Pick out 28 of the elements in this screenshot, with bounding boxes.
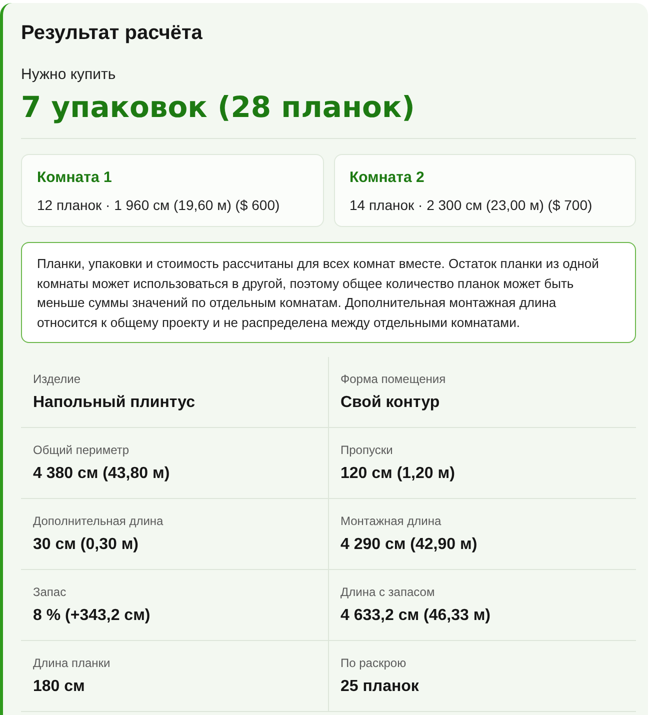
detail-label: Длина планки — [33, 655, 112, 671]
room-details: 12 планок · 1 960 см (19,60 м) ($ 600) — [37, 196, 281, 215]
detail-label: По раскрою — [340, 655, 408, 671]
detail-value: 180 см — [33, 677, 86, 697]
detail-value: 8 % (+343,2 см) — [33, 606, 152, 626]
detail-label: Запас — [33, 584, 68, 600]
detail-value: 30 см (0,30 м) — [33, 535, 140, 555]
detail-value: 4 633,2 см (46,33 м) — [340, 606, 492, 626]
detail-label: Изделие — [33, 371, 82, 387]
detail-value: Свой контур — [340, 393, 441, 413]
room-details: 14 планок · 2 300 см (23,00 м) ($ 700) — [350, 196, 594, 215]
detail-label: Монтажная длина — [340, 513, 442, 529]
room-title: Комната 2 — [350, 168, 426, 188]
detail-label: Общий периметр — [33, 442, 130, 458]
detail-value: 4 380 см (43,80 м) — [33, 464, 171, 484]
detail-value: 120 см (1,20 м) — [340, 464, 456, 484]
info-note: Планки, упаковки и стоимость рассчитаны для всех комнат вместе. Остаток планки из одной комнаты может использоваться в другой, поэтому общее количество планок может быть меньше суммы значений по отдельным комнатам. Дополнительная монтажная длина относится к общему проекту и не распределена между отдельными комнатами. — [21, 242, 636, 343]
room-title: Комната 1 — [37, 168, 113, 188]
detail-value: 4 290 см (42,90 м) — [340, 535, 478, 555]
detail-label: Длина с запасом — [340, 584, 436, 600]
detail-label: Дополнительная длина — [33, 513, 164, 529]
detail-label: Пропуски — [340, 442, 394, 458]
detail-value: Напольный плинтус — [33, 393, 196, 413]
detail-value: 25 планок — [340, 677, 420, 697]
buy-total: 7 упаковок (28 планок) — [21, 89, 416, 125]
buy-label: Нужно купить — [21, 65, 117, 85]
section-title: Результат расчёта — [21, 21, 204, 46]
detail-label: Форма помещения — [340, 371, 447, 387]
